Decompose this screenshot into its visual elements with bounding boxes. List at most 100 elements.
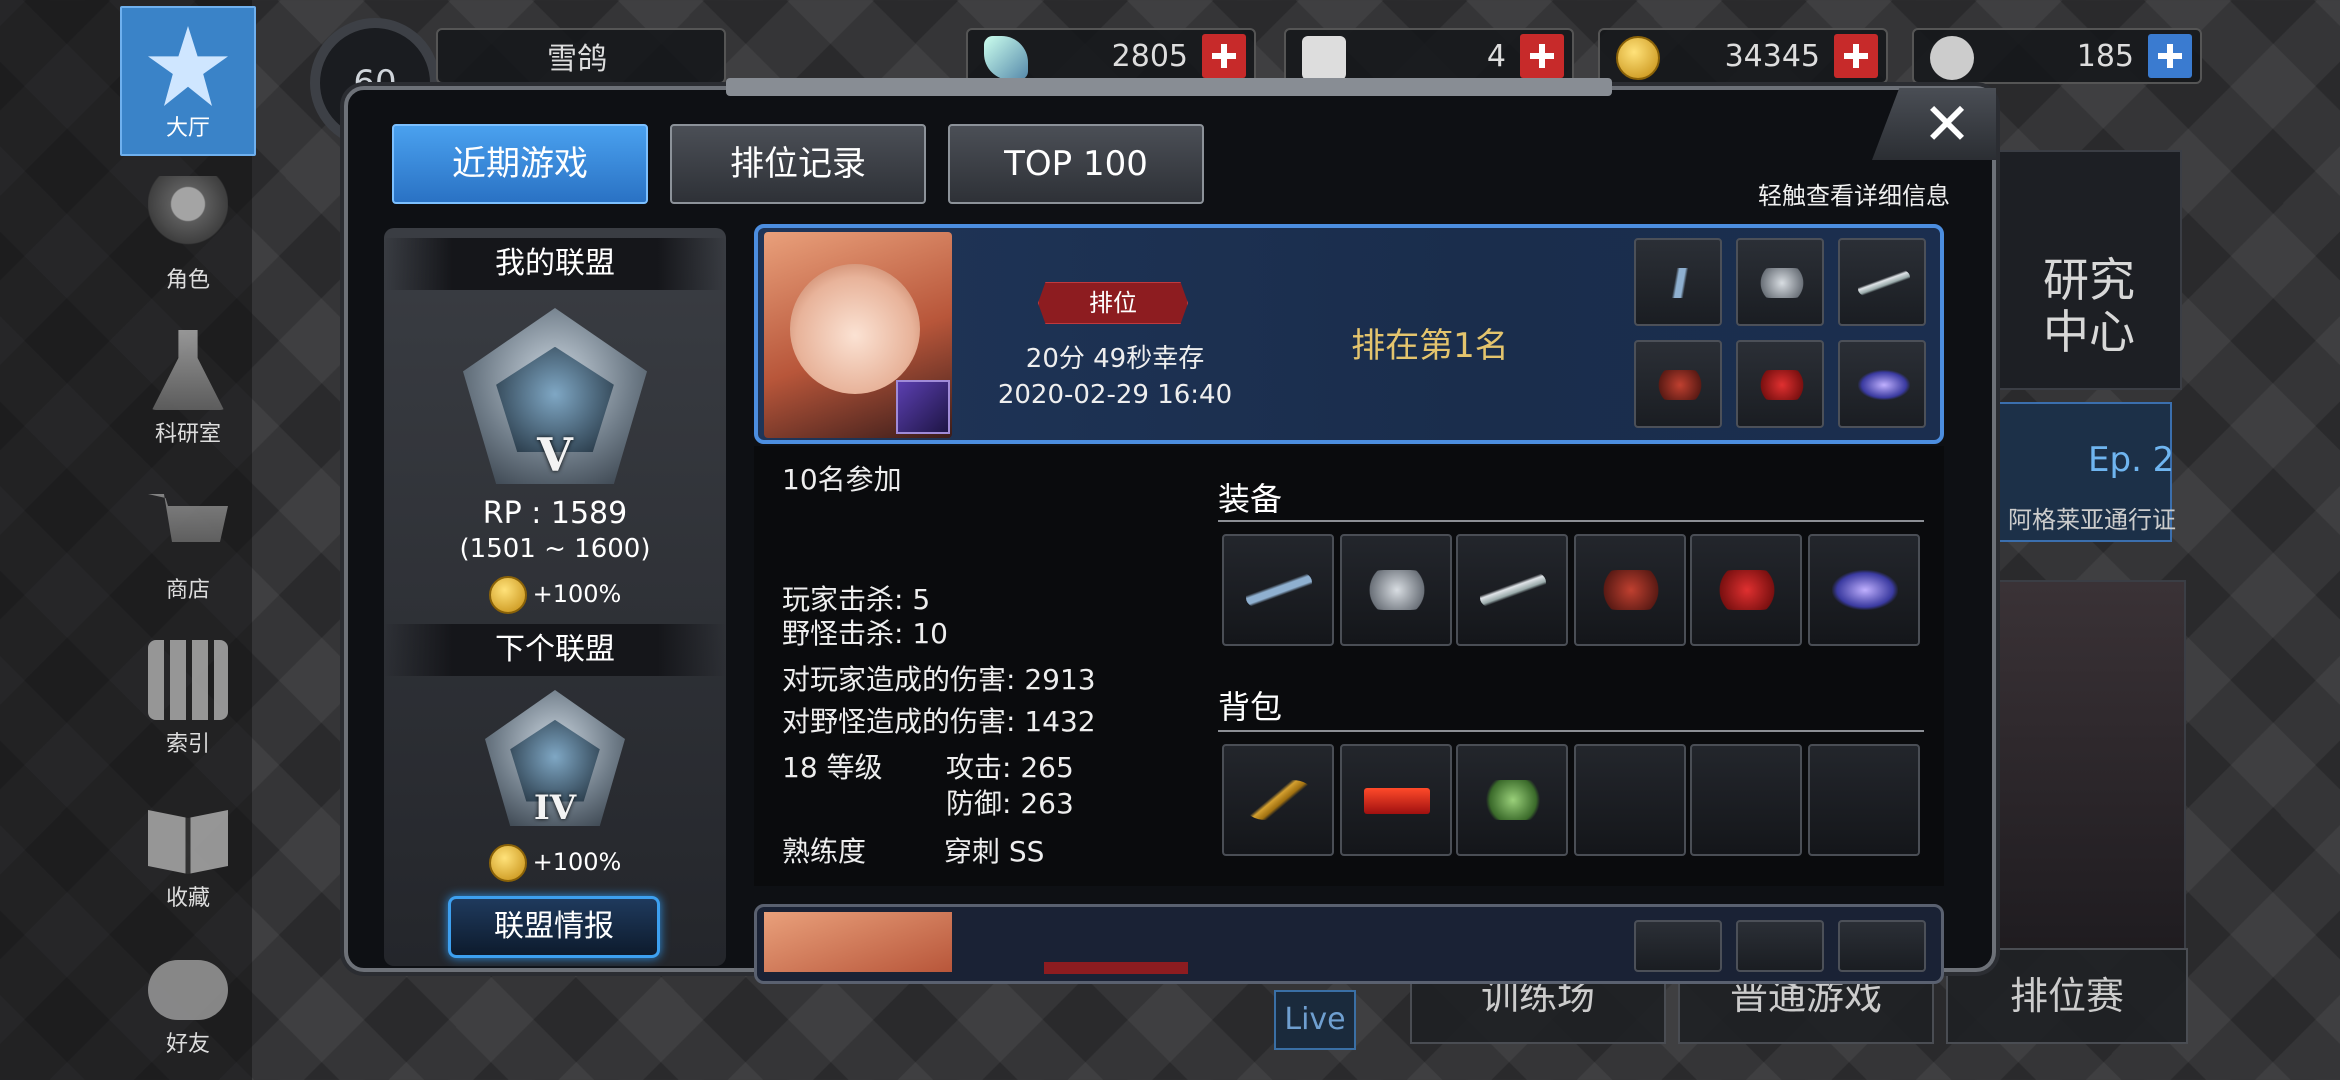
proficiency-value: 穿刺 SS (944, 835, 1045, 868)
crystal-icon (984, 36, 1028, 80)
ranked-label: 排位赛 (2009, 974, 2124, 1018)
equip-slot-arm (1838, 238, 1926, 326)
bp-card-button[interactable] (2148, 34, 2192, 78)
nav-index[interactable]: 索引 (118, 640, 258, 790)
equipment-slot (1340, 534, 1452, 646)
survival-time: 20分 49秒幸存 (1025, 344, 1205, 374)
bag-divider (1218, 730, 1924, 732)
monster-damage: 对野怪造成的伤害: 1432 (782, 705, 1096, 738)
equipment-slot (1222, 534, 1334, 646)
tab-top-100-label: TOP 100 (1004, 144, 1148, 184)
league-panel: 我的联盟 V RP : 1589 (1501 ~ 1600) +100% 下个联… (384, 228, 726, 966)
mode-badge: 排位 (1038, 282, 1188, 324)
character-portrait-2 (764, 912, 952, 972)
bear-emblem-small-icon: IV (485, 690, 625, 826)
research-center-label: 研究 中心 (2043, 253, 2135, 359)
next-bonus-value: +100% (532, 848, 622, 876)
dagger-icon (1858, 268, 1910, 298)
equip-slot-weapon (1634, 238, 1722, 326)
nav-lab-label: 科研室 (154, 422, 221, 447)
spear-icon (1654, 268, 1706, 298)
gold-counter: 34345 (1598, 28, 1888, 84)
attack-stat: 攻击: 265 (946, 751, 1074, 784)
live-label: Live (1284, 1002, 1346, 1037)
armor-icon (1654, 370, 1706, 400)
character-level: 18 等级 (782, 751, 883, 784)
nebula-accessory-icon (1858, 370, 1910, 400)
defense-stat: 防御: 263 (946, 787, 1074, 820)
equipment-divider (1218, 520, 1924, 522)
bar-icon (1364, 788, 1430, 814)
my-league-title: 我的联盟 (384, 238, 726, 290)
player-damage: 对玩家造成的伤害: 2913 (782, 663, 1096, 696)
pass-banner[interactable]: Ep. 2 阿格莱亚通行证 (1996, 402, 2176, 542)
equipment-slot (1690, 534, 1802, 646)
nav-index-label: 索引 (165, 732, 210, 757)
shoes-icon (1714, 570, 1780, 610)
left-nav: 大厅 角色 科研室 商店 索引 收藏 好友 (0, 0, 256, 1080)
equipment-title: 装备 (1218, 480, 1283, 518)
open-book-icon (148, 810, 228, 874)
bag-slot-empty (1690, 744, 1802, 856)
next-league-title: 下个联盟 (384, 624, 726, 676)
tap-hint: 轻触查看详细信息 (1758, 182, 1950, 210)
tab-top-100[interactable]: TOP 100 (948, 124, 1204, 204)
equip-slot-partial (1838, 920, 1926, 972)
rp-value: RP : 1589 (482, 496, 628, 531)
shoes-icon (1756, 370, 1808, 400)
my-league-bonus: +100% (384, 576, 726, 614)
mode-badge-2 (1044, 962, 1188, 974)
close-icon[interactable]: ✕ (1912, 92, 1982, 156)
herb-icon (1480, 780, 1546, 820)
ticket-count: 4 (1486, 38, 1506, 74)
nav-lobby-label: 大厅 (165, 116, 210, 141)
add-gold-button[interactable] (1834, 34, 1878, 78)
dialog-top-strip (726, 78, 1612, 96)
equip-slot-leg (1736, 340, 1824, 428)
nav-character[interactable]: 角色 (118, 176, 258, 326)
episode-label: Ep. 2 (2088, 440, 2175, 480)
bag-slot-empty (1808, 744, 1920, 856)
equip-slot-partial (1736, 920, 1824, 972)
nav-lobby[interactable]: 大厅 (120, 6, 256, 156)
pass-label: 阿格莱亚通行证 (2008, 506, 2176, 534)
match-datetime: 2020-02-29 16:40 (997, 380, 1233, 410)
add-tickets-button[interactable] (1520, 34, 1564, 78)
helmet-icon (1756, 268, 1808, 298)
equipment-slot (1808, 534, 1920, 646)
equipment-slot (1456, 534, 1568, 646)
username-box: 雪鸽 (436, 28, 726, 84)
dagger-icon (1480, 570, 1546, 610)
tab-ranked-records[interactable]: 排位记录 (670, 124, 926, 204)
cart-icon (148, 494, 228, 542)
nav-lab[interactable]: 科研室 (118, 330, 258, 480)
next-league-bonus: +100% (384, 844, 726, 882)
spear-icon (1246, 570, 1312, 610)
nav-collection[interactable]: 收藏 (118, 794, 258, 944)
ranked-art (1996, 580, 2186, 950)
bag-title: 背包 (1218, 688, 1283, 726)
username: 雪鸽 (547, 42, 607, 77)
ticket-icon (1302, 36, 1346, 80)
next-league-tier: IV (533, 788, 577, 828)
tab-recent-games[interactable]: 近期游戏 (392, 124, 648, 204)
crystal-count: 2805 (1111, 38, 1188, 74)
root-icon (1246, 780, 1312, 820)
gold-coin-icon (1616, 36, 1660, 80)
crystal-counter: 2805 (966, 28, 1256, 84)
research-center-panel[interactable]: 研究 中心 (1996, 150, 2182, 390)
nav-shop[interactable]: 商店 (118, 486, 258, 636)
bag-slot (1456, 744, 1568, 856)
nebula-accessory-icon (1832, 570, 1898, 610)
bag-slot (1222, 744, 1334, 856)
flask-icon (152, 330, 224, 410)
equip-slot-chest (1634, 340, 1722, 428)
add-crystals-button[interactable] (1202, 34, 1246, 78)
nav-collection-label: 收藏 (165, 886, 210, 911)
nav-friends[interactable]: 好友 (118, 950, 258, 1080)
live-badge[interactable]: Live (1274, 990, 1356, 1050)
equip-slot-partial (1634, 920, 1722, 972)
bear-emblem-icon: V (463, 308, 647, 484)
league-info-button[interactable]: 联盟情报 (448, 896, 660, 958)
star-icon (148, 26, 228, 106)
